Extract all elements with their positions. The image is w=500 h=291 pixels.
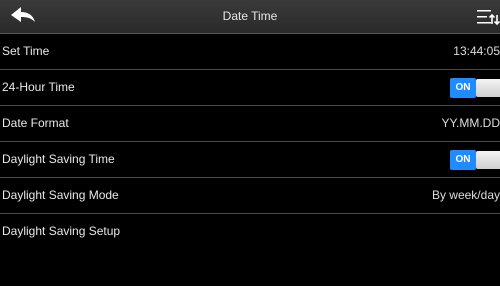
- sort-menu-icon: [477, 10, 500, 26]
- 24-hour-time-label: 24-Hour Time: [2, 80, 75, 94]
- set-time-label: Set Time: [2, 44, 50, 58]
- daylight-saving-mode-row[interactable]: Daylight Saving Mode By week/day: [0, 178, 500, 214]
- settings-list: Set Time 13:44:05 24-Hour Time ON Date F…: [0, 34, 500, 249]
- daylight-saving-mode-value: By week/day: [431, 188, 500, 202]
- toggle-on-text: ON: [450, 78, 476, 98]
- daylight-saving-setup-label: Daylight Saving Setup: [2, 224, 121, 238]
- menu-button[interactable]: [470, 6, 500, 28]
- date-format-value: YY.MM.DD: [441, 116, 500, 130]
- 24-hour-time-row[interactable]: 24-Hour Time ON: [0, 70, 500, 106]
- daylight-saving-setup-row[interactable]: Daylight Saving Setup: [0, 214, 500, 249]
- date-format-label: Date Format: [2, 116, 69, 130]
- daylight-saving-mode-label: Daylight Saving Mode: [2, 188, 119, 202]
- daylight-saving-time-toggle[interactable]: ON: [450, 150, 500, 170]
- toggle-knob: [476, 79, 500, 97]
- set-time-value: 13:44:05: [453, 44, 500, 58]
- toggle-on-text: ON: [450, 150, 476, 170]
- page-title: Date Time: [222, 9, 278, 23]
- daylight-saving-time-label: Daylight Saving Time: [2, 152, 115, 166]
- date-format-row[interactable]: Date Format YY.MM.DD: [0, 106, 500, 142]
- device-screen: Date Time Set Time 13:44:05 24-Hour Time…: [0, 0, 500, 286]
- toggle-knob: [476, 151, 500, 169]
- 24-hour-time-toggle[interactable]: ON: [450, 78, 500, 98]
- set-time-row[interactable]: Set Time 13:44:05: [0, 34, 500, 70]
- daylight-saving-time-row[interactable]: Daylight Saving Time ON: [0, 142, 500, 178]
- title-bar: Date Time: [0, 0, 500, 34]
